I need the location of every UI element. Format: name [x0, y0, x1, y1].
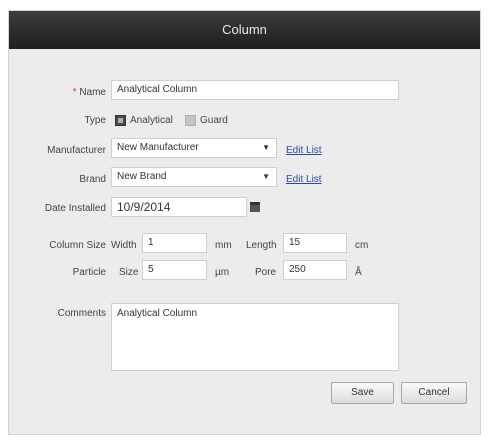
date-installed-label: Date Installed: [44, 203, 106, 214]
pore-label: Pore: [255, 267, 277, 278]
name-label: * Name: [49, 87, 106, 98]
comments-textarea[interactable]: Analytical Column: [111, 303, 399, 371]
particle-label: Particle: [72, 267, 106, 278]
brand-value: New Brand: [117, 171, 167, 182]
width-input[interactable]: 1: [142, 233, 207, 253]
manufacturer-label: Manufacturer: [47, 145, 106, 156]
length-input[interactable]: 15: [283, 233, 347, 253]
name-input[interactable]: Analytical Column: [111, 80, 399, 100]
brand-dropdown[interactable]: New Brand ▼: [111, 167, 277, 187]
brand-edit-list-link[interactable]: Edit List: [286, 174, 322, 185]
guard-label: Guard: [200, 115, 228, 126]
width-label: Width: [111, 240, 137, 251]
analytical-label: Analytical: [130, 115, 173, 126]
particle-size-unit: µm: [215, 267, 230, 278]
chevron-down-icon: ▼: [262, 172, 270, 181]
particle-size-label: Size: [119, 267, 139, 278]
column-dialog: Column * Name Analytical Column Type Ana…: [8, 10, 481, 435]
cancel-button[interactable]: Cancel: [401, 382, 467, 404]
chevron-down-icon: ▼: [262, 143, 270, 152]
save-button[interactable]: Save: [331, 382, 394, 404]
length-unit: cm: [355, 240, 369, 251]
column-size-label: Column Size: [49, 240, 106, 251]
required-mark: *: [72, 87, 77, 98]
name-label-text: Name: [79, 87, 106, 98]
dialog-title: Column: [9, 11, 480, 49]
type-label: Type: [84, 115, 106, 126]
particle-size-input[interactable]: 5: [142, 260, 207, 280]
brand-label: Brand: [79, 174, 106, 185]
manufacturer-value: New Manufacturer: [117, 142, 199, 153]
length-label: Length: [246, 240, 277, 251]
comments-label: Comments: [57, 308, 106, 319]
manufacturer-dropdown[interactable]: New Manufacturer ▼: [111, 138, 277, 158]
pore-unit: Å: [355, 267, 362, 278]
calendar-icon[interactable]: [250, 202, 260, 212]
manufacturer-edit-list-link[interactable]: Edit List: [286, 145, 322, 156]
pore-input[interactable]: 250: [283, 260, 347, 280]
date-installed-input[interactable]: 10/9/2014: [111, 197, 247, 217]
width-unit: mm: [215, 240, 232, 251]
guard-checkbox[interactable]: [185, 115, 196, 126]
analytical-checkbox[interactable]: [115, 115, 126, 126]
